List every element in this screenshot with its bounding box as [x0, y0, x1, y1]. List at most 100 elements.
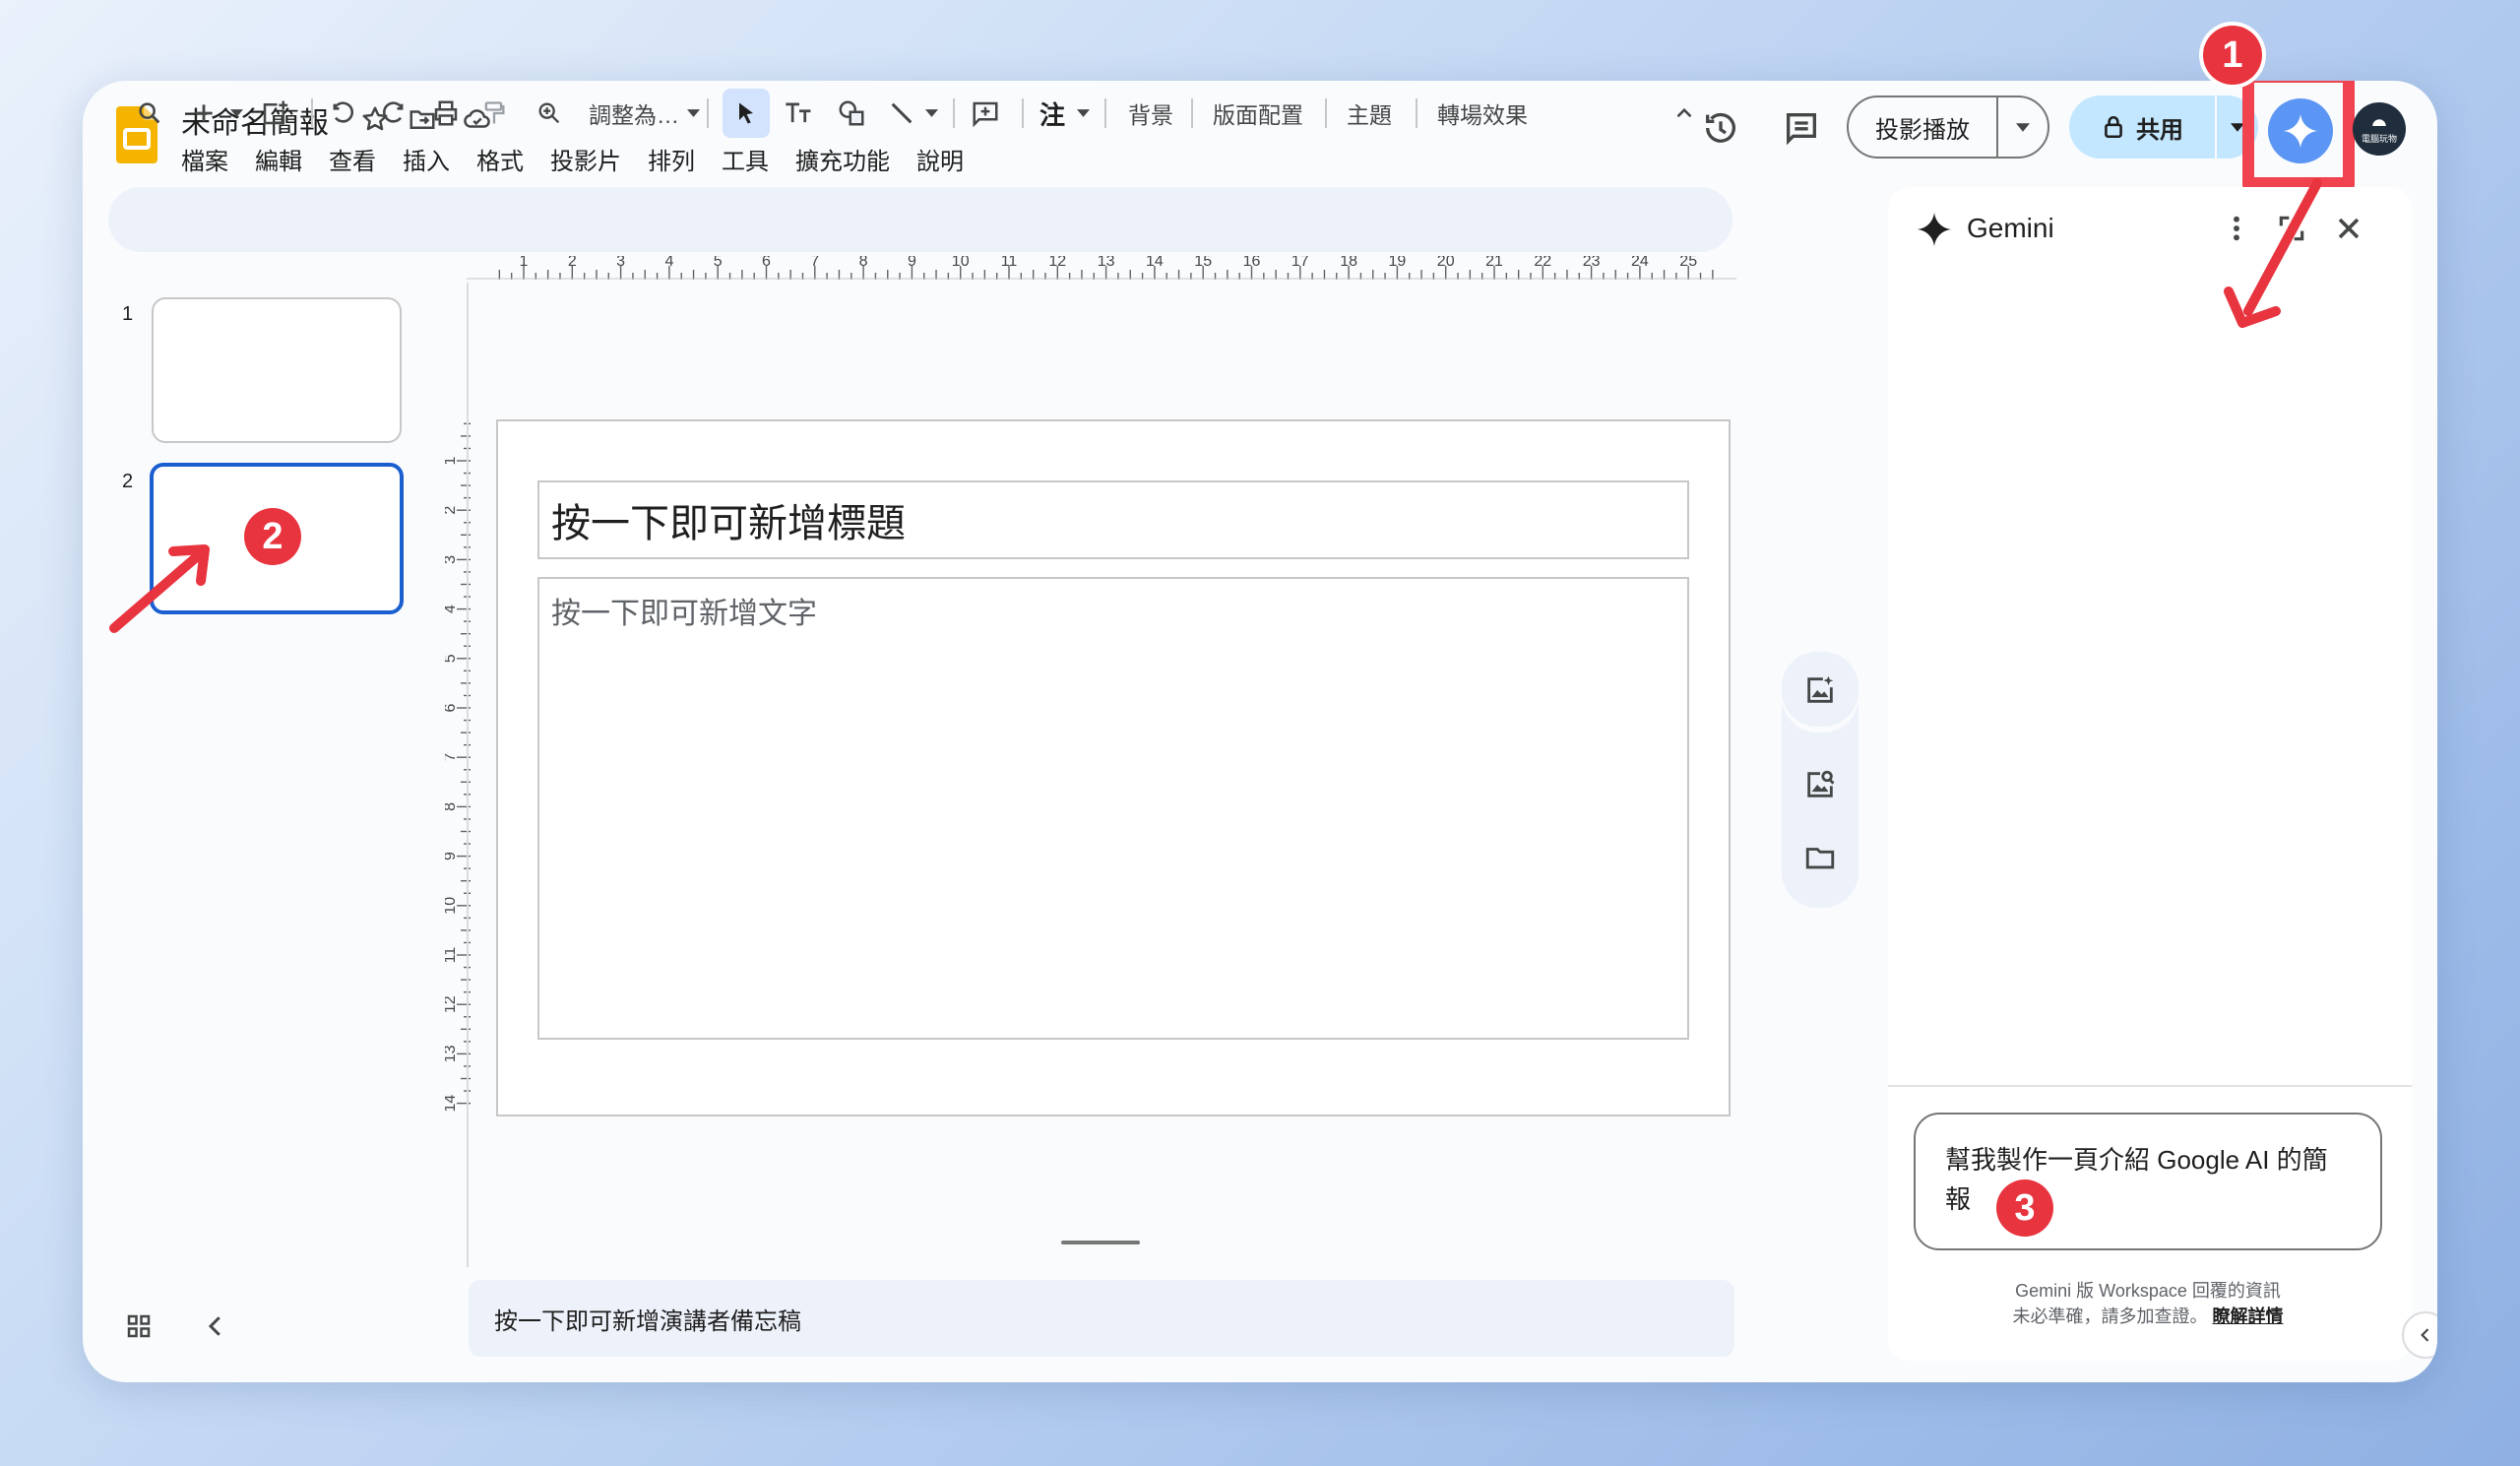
slide-thumbnail-1[interactable] [152, 297, 402, 443]
search-icon[interactable] [136, 81, 163, 146]
annotate-menu[interactable]: 注 [1040, 81, 1091, 146]
collapse-toolbar-icon[interactable] [1671, 81, 1697, 146]
shape-icon[interactable] [837, 81, 866, 146]
ruler-label: 6 [445, 703, 459, 712]
annotation-arrow-1 [2224, 178, 2322, 328]
ruler-label: 2 [568, 256, 577, 270]
annotation-badge-3: 3 [1996, 1179, 2053, 1237]
transition-button[interactable]: 轉場效果 [1437, 81, 1528, 146]
menu-insert[interactable]: 插入 [403, 142, 450, 176]
ruler-label: 1 [520, 256, 529, 270]
ruler-label: 11 [1001, 256, 1018, 270]
learn-more-link[interactable]: 瞭解詳情 [2213, 1307, 2284, 1326]
background-button[interactable]: 背景 [1128, 81, 1173, 146]
toolbar-divider [1416, 98, 1418, 128]
menu-help[interactable]: 說明 [916, 142, 964, 176]
disclaimer-line-2: 未必準確，請多加查證。 [2012, 1307, 2208, 1326]
print-icon[interactable] [431, 81, 461, 146]
insert-comment-icon[interactable] [971, 81, 1000, 146]
slide-number-2: 2 [122, 471, 134, 492]
panel-divider [1888, 1085, 2412, 1087]
annotation-badge-1: 1 [2203, 26, 2262, 85]
ruler-label: 8 [445, 802, 459, 811]
toolbar-divider [707, 98, 709, 128]
chevron-left-icon [2421, 1328, 2429, 1342]
ruler-label: 6 [762, 256, 771, 270]
toolbar-divider [311, 98, 313, 128]
annotation-badge-2: 2 [244, 508, 301, 565]
select-cursor-icon[interactable] [732, 81, 760, 146]
search-image-icon[interactable] [1803, 768, 1837, 801]
ruler-label: 9 [445, 852, 459, 860]
menu-tools[interactable]: 工具 [722, 142, 769, 176]
menu-file[interactable]: 檔案 [181, 142, 228, 176]
gemini-logo-icon [1916, 211, 1953, 253]
zoom-icon[interactable] [536, 81, 563, 146]
toolbar-divider [1191, 98, 1193, 128]
ruler-label: 13 [445, 1045, 459, 1062]
lock-icon [2105, 115, 2122, 139]
ruler-label: 7 [810, 256, 819, 270]
new-slide-dropdown-icon[interactable] [230, 81, 243, 146]
ruler-label: 4 [664, 256, 673, 270]
ruler-label: 20 [1437, 256, 1455, 270]
present-label[interactable]: 投影播放 [1849, 97, 1998, 157]
avatar-logo-icon [2372, 118, 2386, 126]
line-icon[interactable] [888, 81, 915, 146]
add-slide-layout-icon[interactable] [260, 81, 289, 146]
line-dropdown-icon[interactable] [925, 81, 938, 146]
notes-drag-handle[interactable] [1061, 1241, 1140, 1244]
title-placeholder[interactable]: 按一下即可新增標題 [537, 480, 1689, 559]
version-history-icon[interactable] [1701, 108, 1740, 148]
text-box-icon[interactable] [784, 81, 815, 146]
ruler-label: 3 [445, 555, 459, 564]
ruler-label: 12 [1048, 256, 1066, 270]
ruler-label: 5 [445, 654, 459, 663]
toolbar-divider [1325, 98, 1327, 128]
present-button[interactable]: 投影播放 [1847, 96, 2049, 159]
new-slide-icon[interactable] [191, 81, 217, 146]
folder-icon[interactable] [1803, 841, 1837, 874]
paint-format-icon[interactable] [480, 81, 508, 146]
ruler-label: 10 [952, 256, 970, 270]
theme-button[interactable]: 主題 [1347, 81, 1392, 146]
menu-format[interactable]: 格式 [476, 142, 524, 176]
ruler-label: 24 [1631, 256, 1649, 270]
zoom-fit-label: 調整為… [589, 102, 679, 128]
canvas-left-edge [467, 283, 469, 1267]
toolbar-divider [1022, 98, 1024, 128]
menu-extensions[interactable]: 擴充功能 [795, 142, 890, 176]
share-button[interactable]: 共用 [2069, 96, 2258, 159]
ruler-label: 3 [616, 256, 625, 270]
app-window: 未命名簡報 檔案 編輯 查看 插入 格式 投影片 排列 工具 擴充功能 說明 投… [83, 81, 2437, 1382]
gemini-prompt-input[interactable]: 幫我製作一頁介紹 Google AI 的簡報 [1914, 1113, 2382, 1250]
grid-view-icon[interactable] [124, 1311, 154, 1346]
redo-icon[interactable] [380, 81, 408, 146]
menu-arrange[interactable]: 排列 [648, 142, 695, 176]
generate-image-icon[interactable] [1803, 673, 1837, 707]
menu-view[interactable]: 查看 [329, 142, 376, 176]
menu-slide[interactable]: 投影片 [550, 142, 621, 176]
gemini-disclaimer: Gemini 版 Workspace 回覆的資訊 未必準確，請多加查證。 瞭解詳… [1923, 1278, 2372, 1329]
ruler-label: 17 [1292, 256, 1309, 270]
ruler-label: 14 [445, 1095, 459, 1113]
present-dropdown-icon[interactable] [1998, 122, 2048, 132]
comments-icon[interactable] [1782, 108, 1821, 148]
menu-edit[interactable]: 編輯 [255, 142, 302, 176]
ruler-label: 14 [1146, 256, 1164, 270]
ruler-label: 21 [1485, 256, 1503, 270]
ruler-label: 18 [1340, 256, 1357, 270]
ruler-label: 4 [445, 605, 459, 613]
ruler-label: 8 [859, 256, 868, 270]
body-placeholder[interactable]: 按一下即可新增文字 [537, 577, 1689, 1040]
ruler-label: 15 [1194, 256, 1212, 270]
zoom-fit-select[interactable]: 調整為… [589, 81, 700, 146]
avatar[interactable]: 電腦玩物 [2353, 102, 2406, 156]
speaker-notes[interactable]: 按一下即可新增演講者備忘稿 [469, 1280, 1734, 1357]
annotation-arrow-2 [109, 544, 210, 633]
collapse-filmstrip-icon[interactable] [201, 1311, 230, 1346]
undo-icon[interactable] [329, 81, 356, 146]
ruler-label: 16 [1243, 256, 1261, 270]
ruler-label: 9 [908, 256, 916, 270]
layout-button[interactable]: 版面配置 [1213, 81, 1303, 146]
